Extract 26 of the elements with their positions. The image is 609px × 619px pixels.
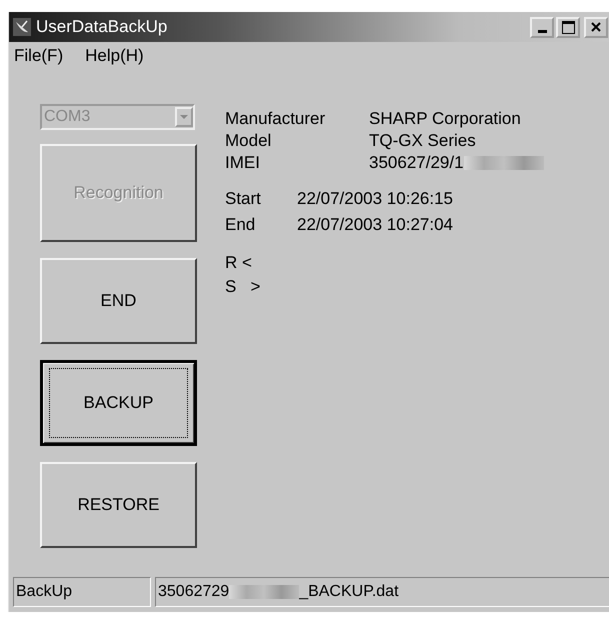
status-panel: BackUp <box>13 577 151 607</box>
action-button[interactable]: END <box>40 258 197 344</box>
action-button[interactable]: BACKUP <box>40 360 197 446</box>
field-label: Model <box>225 131 272 151</box>
window-title: UserDataBackUp <box>36 17 168 37</box>
transfer-indicator: S > <box>225 277 260 297</box>
field-value: 22/07/2003 10:26:15 <box>297 189 454 209</box>
field-label: Start <box>225 189 262 209</box>
field-label: IMEI <box>225 153 261 173</box>
field-value: TQ-GX Series <box>369 131 477 151</box>
satellite-dish-icon <box>13 18 31 36</box>
action-button[interactable]: RESTORE <box>40 462 197 548</box>
field-value: 350627/29/1 <box>369 153 544 173</box>
menu-item[interactable]: File(F) <box>14 46 64 72</box>
close-icon[interactable] <box>591 22 601 32</box>
field-label: Manufacturer <box>225 109 326 129</box>
transfer-indicator: R < <box>225 253 252 273</box>
minimize-button[interactable] <box>530 16 554 38</box>
field-value: 22/07/2003 10:27:04 <box>297 215 454 235</box>
maximize-button[interactable] <box>556 16 580 38</box>
field-value: SHARP Corporation <box>369 109 522 129</box>
menu-item[interactable]: Help(H) <box>85 46 144 72</box>
status-panel: 35062729 _BACKUP.dat <box>155 577 609 607</box>
close-button[interactable] <box>584 16 608 38</box>
redaction-mark <box>229 585 300 599</box>
field-label: End <box>225 215 256 235</box>
